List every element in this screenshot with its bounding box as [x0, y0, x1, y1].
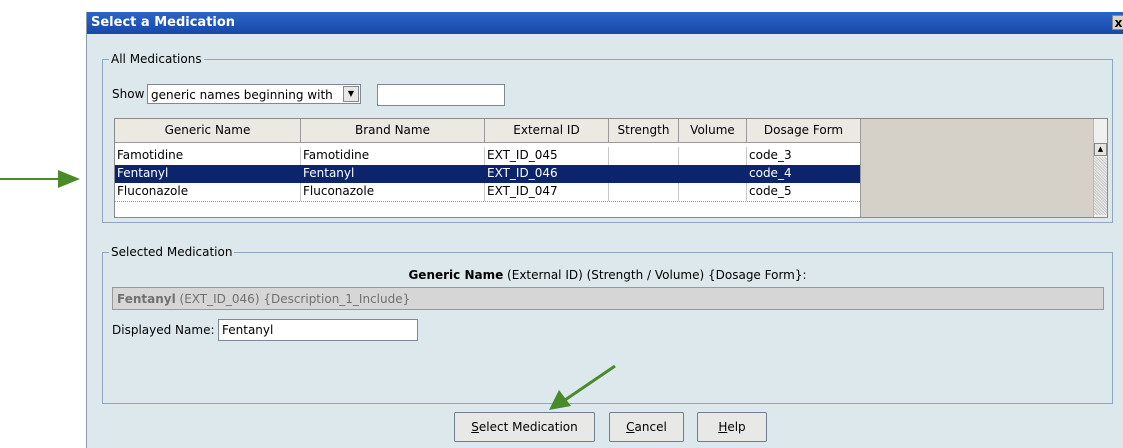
format-hint-bold: Generic Name	[408, 268, 504, 282]
show-label: Show	[112, 87, 145, 101]
display-format-hint: Generic Name (External ID) (Strength / V…	[103, 268, 1112, 282]
dialog-title: Select a Medication	[91, 15, 236, 30]
cell-brand-name: Famotidine	[301, 147, 485, 165]
select-mnemonic: S	[471, 420, 479, 434]
cell-volume	[679, 183, 747, 201]
table-row-selected[interactable]: Fentanyl Fentanyl EXT_ID_046 code_4	[115, 165, 861, 183]
cell-generic-name: Fentanyl	[115, 165, 301, 183]
select-medication-button[interactable]: Select Medication	[454, 412, 595, 442]
table-header: Generic Name Brand Name External ID Stre…	[115, 119, 861, 143]
format-hint-rest: (External ID) (Strength / Volume) {Dosag…	[503, 268, 807, 282]
annotation-arrow-icon	[0, 170, 80, 188]
table-row[interactable]: Famotidine Famotidine EXT_ID_045 code_3	[115, 147, 861, 165]
selected-medication-details: (EXT_ID_046) {Description_1_Include}	[175, 292, 411, 306]
scrollbar-track[interactable]	[1094, 157, 1107, 215]
column-header-dosage-form[interactable]: Dosage Form	[747, 119, 861, 143]
cell-brand-name: Fluconazole	[301, 183, 485, 201]
column-header-volume[interactable]: Volume	[679, 119, 747, 143]
help-button[interactable]: Help	[697, 412, 767, 442]
column-header-generic-name[interactable]: Generic Name	[115, 119, 301, 143]
selected-medication-display: Fentanyl (EXT_ID_046) {Description_1_Inc…	[112, 287, 1104, 310]
selected-generic-name: Fentanyl	[117, 292, 176, 306]
medications-table: Generic Name Brand Name External ID Stre…	[114, 118, 1108, 218]
cell-external-id: EXT_ID_045	[485, 147, 609, 165]
filter-text-input[interactable]	[377, 84, 505, 106]
displayed-name-label: Displayed Name:	[112, 323, 215, 337]
dialog-title-bar: Select a Medication x	[87, 12, 1123, 34]
table-vertical-scrollbar[interactable]: ▲	[1093, 119, 1107, 217]
cell-strength	[609, 165, 679, 183]
cancel-button-label: ancel	[634, 420, 667, 434]
cell-external-id: EXT_ID_047	[485, 183, 609, 201]
cancel-mnemonic: C	[626, 420, 635, 434]
table-row-partial-bottom	[115, 201, 860, 205]
cell-generic-name: Famotidine	[115, 147, 301, 165]
column-header-strength[interactable]: Strength	[609, 119, 679, 143]
displayed-name-input[interactable]: Fentanyl	[218, 319, 418, 341]
all-medications-group: All Medications Show generic names begin…	[102, 52, 1113, 223]
scroll-up-icon[interactable]: ▲	[1094, 143, 1107, 156]
filter-mode-value: generic names beginning with	[151, 88, 333, 102]
cell-generic-name: Fluconazole	[115, 183, 301, 201]
table-empty-area	[860, 119, 1095, 217]
filter-mode-dropdown[interactable]: generic names beginning with ▼	[147, 84, 361, 104]
close-icon[interactable]: x	[1112, 15, 1123, 30]
cell-strength	[609, 183, 679, 201]
dropdown-arrow-icon[interactable]: ▼	[343, 86, 359, 102]
help-button-label: elp	[727, 420, 746, 434]
column-header-brand-name[interactable]: Brand Name	[301, 119, 485, 143]
cancel-button[interactable]: Cancel	[609, 412, 684, 442]
annotation-arrow-icon	[549, 364, 616, 410]
all-medications-legend: All Medications	[109, 52, 204, 66]
cell-volume	[679, 165, 747, 183]
cell-dosage-form: code_5	[747, 183, 861, 201]
cell-dosage-form: code_3	[747, 147, 861, 165]
cell-strength	[609, 147, 679, 165]
cell-brand-name: Fentanyl	[301, 165, 485, 183]
column-header-external-id[interactable]: External ID	[485, 119, 609, 143]
cell-volume	[679, 147, 747, 165]
select-button-label: elect Medication	[478, 420, 578, 434]
cell-dosage-form: code_4	[747, 165, 861, 183]
help-mnemonic: H	[718, 420, 728, 434]
selected-medication-legend: Selected Medication	[109, 245, 235, 259]
table-row[interactable]: Fluconazole Fluconazole EXT_ID_047 code_…	[115, 183, 861, 201]
cell-external-id: EXT_ID_046	[485, 165, 609, 183]
